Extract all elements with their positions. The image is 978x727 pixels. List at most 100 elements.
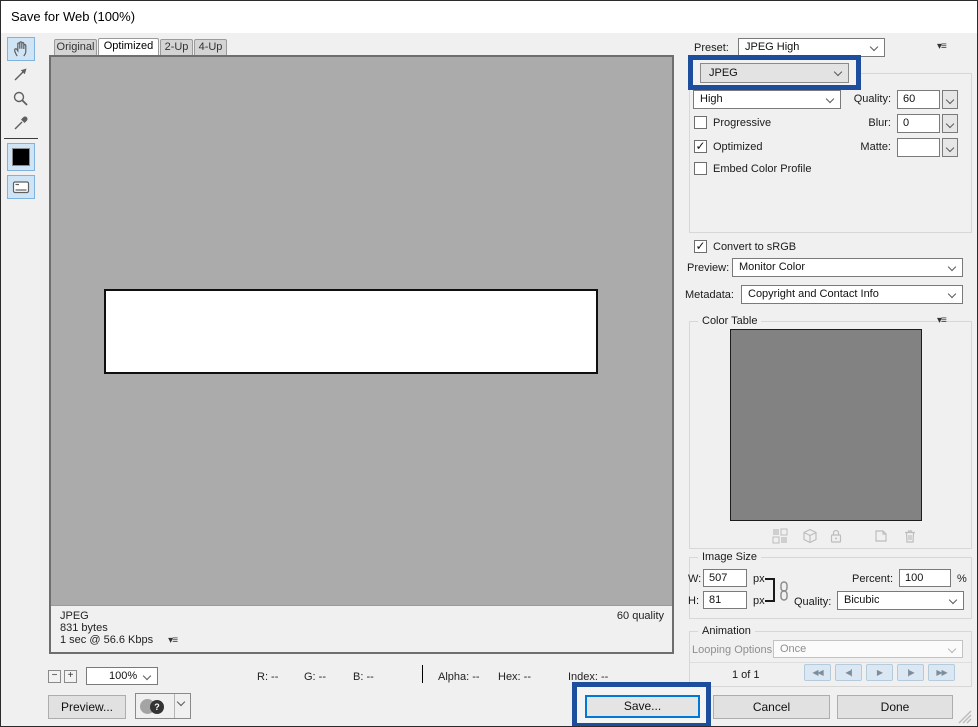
tab-optimized-label: Optimized	[104, 40, 154, 52]
matte-label: Matte:	[827, 141, 891, 153]
slice-select-tool-button[interactable]	[7, 62, 35, 86]
previous-frame-button[interactable]: ◀|	[835, 664, 862, 681]
eyedropper-color-swatch[interactable]	[7, 143, 35, 171]
checkmark: ✓	[695, 139, 705, 153]
hand-tool-button[interactable]	[7, 37, 35, 61]
embed-color-profile-label: Embed Color Profile	[713, 163, 811, 175]
checkmark: ✓	[695, 239, 705, 253]
looping-options-label: Looping Options:	[692, 644, 775, 656]
format-info: JPEG	[60, 610, 89, 622]
toolbar-divider	[4, 138, 38, 139]
lock-color-button[interactable]	[828, 528, 844, 544]
chevron-down-icon	[947, 592, 962, 609]
looping-options-select: Once	[773, 640, 963, 658]
color-table-menu-icon[interactable]: ▾≡	[937, 315, 946, 326]
optimize-menu-icon[interactable]: ▾≡	[937, 41, 946, 52]
slice-select-icon	[11, 64, 31, 84]
web-shift-button[interactable]	[802, 528, 818, 544]
file-format-select[interactable]: JPEG	[700, 63, 849, 83]
percent-input[interactable]: 100	[899, 569, 951, 587]
lock-icon	[828, 528, 844, 544]
blur-input[interactable]: 0	[897, 114, 940, 133]
animation-title: Animation	[698, 625, 755, 637]
zoom-tool-button[interactable]	[7, 87, 35, 111]
delete-color-button[interactable]	[902, 528, 918, 544]
zoom-level-select[interactable]: 100%	[86, 667, 158, 685]
percent-unit: %	[957, 573, 967, 585]
zoom-out-button[interactable]: −	[48, 670, 61, 683]
convert-srgb-checkbox[interactable]: ✓	[694, 240, 707, 253]
animation-divider	[690, 662, 971, 663]
percent-label: Percent:	[821, 573, 893, 585]
frame-navigation: ◀◀ ◀| ▶ |▶ ▶▶	[804, 664, 955, 681]
height-input[interactable]: 81	[703, 591, 747, 609]
preview-select[interactable]: Monitor Color	[732, 258, 963, 277]
new-color-button[interactable]	[873, 528, 889, 544]
first-frame-button[interactable]: ◀◀	[804, 664, 831, 681]
chevron-down-icon	[868, 39, 883, 56]
red-readout: R: --	[257, 671, 278, 683]
quality-slider-button[interactable]	[942, 90, 958, 109]
magnifier-icon	[11, 89, 31, 109]
dither-checker-icon	[772, 528, 788, 544]
alpha-readout: Alpha: --	[438, 671, 480, 683]
browser-select-group[interactable]: ?	[135, 693, 191, 719]
blur-slider-button[interactable]	[942, 114, 958, 133]
zoom-level-value: 100%	[109, 670, 137, 682]
zoom-in-button[interactable]: +	[64, 670, 77, 683]
looping-options-value: Once	[780, 643, 806, 655]
done-button[interactable]: Done	[837, 695, 953, 719]
preview-label: Preview:	[687, 262, 729, 274]
progressive-checkbox[interactable]	[694, 116, 707, 129]
quality-info: 60 quality	[617, 610, 664, 622]
cancel-button[interactable]: Cancel	[713, 695, 830, 719]
blur-label: Blur:	[827, 117, 891, 129]
eyedropper-tool-button[interactable]	[7, 111, 35, 135]
tab-4-up[interactable]: 4-Up	[194, 39, 227, 55]
preset-label: Preset:	[694, 42, 729, 54]
hand-icon	[11, 39, 31, 59]
save-for-web-dialog: Save for Web (100%) Ori	[0, 0, 978, 727]
embed-color-profile-checkbox[interactable]	[694, 162, 707, 175]
resize-grip[interactable]	[957, 709, 973, 727]
tab-original[interactable]: Original	[54, 39, 97, 55]
tab-2-up-label: 2-Up	[165, 41, 189, 53]
last-frame-button[interactable]: ▶▶	[928, 664, 955, 681]
chevron-down-icon	[832, 64, 847, 82]
snap-to-web-palette-button[interactable]	[772, 528, 788, 544]
browser-select-chevron-icon[interactable]	[174, 694, 191, 718]
toggle-slices-visibility-button[interactable]	[7, 175, 35, 199]
tab-optimized[interactable]: Optimized	[98, 38, 159, 55]
metadata-select[interactable]: Copyright and Contact Info	[741, 285, 963, 304]
metadata-value: Copyright and Contact Info	[748, 288, 879, 300]
matte-input[interactable]	[897, 138, 940, 157]
tab-original-label: Original	[57, 41, 95, 53]
play-button[interactable]: ▶	[866, 664, 893, 681]
download-speed-menu-icon[interactable]: ▾≡	[168, 635, 177, 646]
dimension-link-bracket	[765, 578, 775, 602]
matte-picker-button[interactable]	[942, 138, 958, 157]
preview-in-browser-button[interactable]: Preview...	[48, 695, 126, 719]
frame-counter: 1 of 1	[732, 669, 760, 681]
slice-visibility-icon	[11, 177, 31, 197]
preview-canvas[interactable]	[51, 57, 672, 605]
chevron-down-icon	[946, 286, 961, 303]
preview-frame: JPEG 831 bytes 1 sec @ 56.6 Kbps ▾≡ 60 q…	[49, 55, 674, 654]
metadata-label: Metadata:	[685, 289, 734, 301]
quality-input[interactable]: 60	[897, 90, 940, 109]
save-button[interactable]: Save...	[585, 695, 700, 718]
optimized-label: Optimized	[713, 141, 763, 153]
width-label: W:	[688, 573, 701, 585]
hex-readout: Hex: --	[498, 671, 531, 683]
compression-quality-select[interactable]: High	[693, 90, 841, 109]
trash-icon	[902, 528, 918, 544]
resample-quality-select[interactable]: Bicubic	[837, 591, 964, 610]
compression-quality-value: High	[700, 93, 723, 105]
color-table-swatch-area	[730, 329, 922, 521]
tab-2-up[interactable]: 2-Up	[160, 39, 193, 55]
quality-label: Quality:	[827, 93, 891, 105]
green-readout: G: --	[304, 671, 326, 683]
optimized-checkbox[interactable]: ✓	[694, 140, 707, 153]
next-frame-button[interactable]: |▶	[897, 664, 924, 681]
width-input[interactable]: 507	[703, 569, 747, 587]
